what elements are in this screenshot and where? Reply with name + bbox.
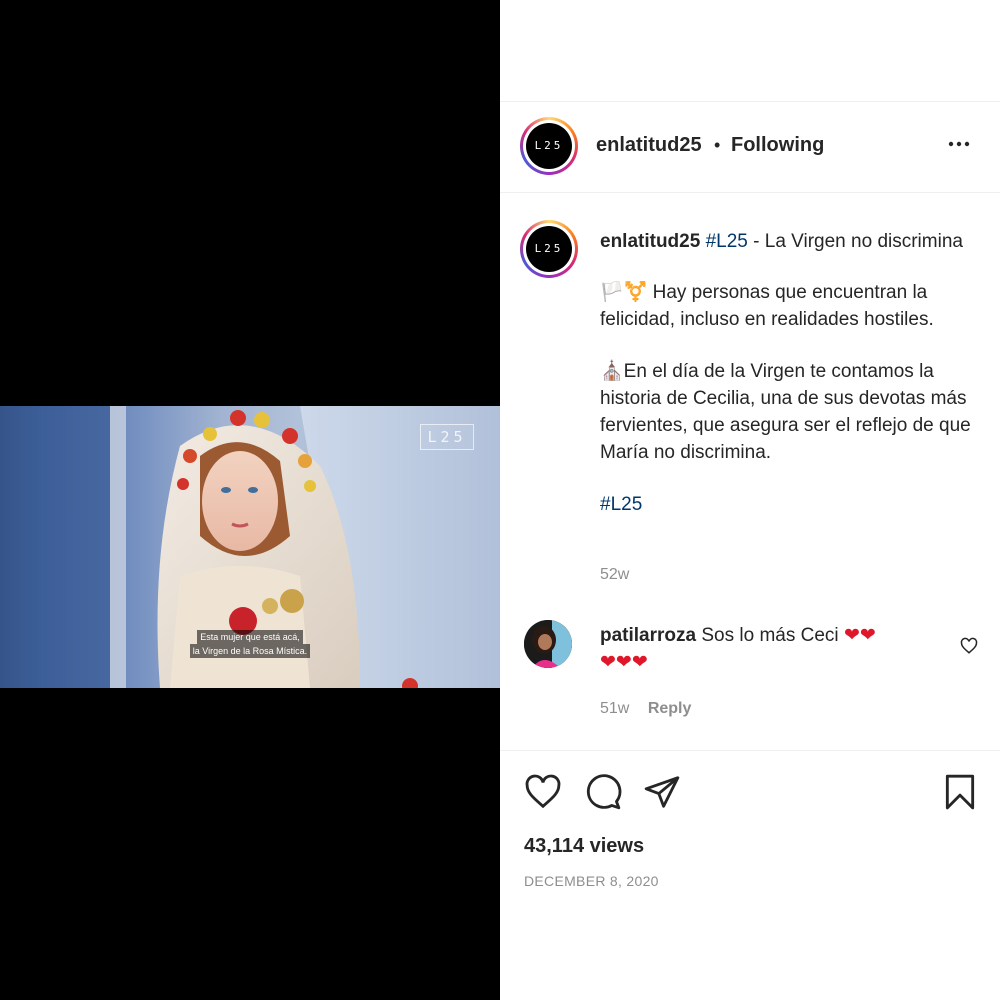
more-horizontal-icon[interactable] — [947, 132, 971, 156]
post-actions: 43,114 views DECEMBER 8, 2020 — [500, 750, 1000, 901]
post-panel: L25 enlatitud25 • Following L25 enlatitu… — [500, 0, 1000, 1000]
pride-flag-icon: 🏳️⚧️ — [600, 281, 648, 303]
comment-icon[interactable] — [584, 773, 622, 811]
comment-timestamp[interactable]: 51w — [600, 700, 629, 717]
following-button[interactable]: Following — [731, 134, 824, 157]
caption-text: enlatitud25 #L25 - La Virgen no discrimi… — [600, 228, 980, 543]
subtitle-line-1: Esta mujer que está acá, — [197, 630, 303, 644]
view-count[interactable]: 43,114 views — [524, 835, 644, 858]
author-avatar[interactable]: L25 — [520, 117, 578, 175]
post-date[interactable]: DECEMBER 8, 2020 — [524, 873, 659, 889]
caption-hashtag-2[interactable]: #L25 — [600, 494, 642, 515]
caption-timestamp[interactable]: 52w — [600, 566, 629, 584]
video-watermark: L25 — [420, 424, 474, 450]
commenter-photo — [524, 620, 572, 668]
caption-username[interactable]: enlatitud25 — [600, 231, 700, 252]
caption-avatar[interactable]: L25 — [520, 220, 578, 278]
avatar-logo: L25 — [526, 123, 572, 169]
comment-text: patilarroza Sos lo más Ceci ❤❤ ❤❤❤ — [600, 622, 930, 676]
send-icon[interactable] — [643, 773, 681, 811]
author-username[interactable]: enlatitud25 — [596, 134, 702, 157]
caption-title: - La Virgen no discrimina — [747, 231, 963, 252]
caption-paragraph-1: Hay personas que encuentran la felicidad… — [600, 282, 934, 330]
subtitle-line-2: la Virgen de la Rosa Mística. — [189, 644, 311, 658]
reply-button[interactable]: Reply — [648, 700, 692, 717]
comment-like-heart-icon[interactable] — [960, 637, 978, 655]
commenter-username[interactable]: patilarroza — [600, 625, 696, 646]
avatar-logo: L25 — [526, 226, 572, 272]
header-separator: • — [714, 135, 721, 155]
heart-icon[interactable] — [524, 773, 562, 811]
commenter-avatar[interactable] — [524, 620, 572, 668]
comment-body: Sos lo más Ceci — [701, 625, 839, 646]
church-icon: ⛪ — [600, 360, 624, 382]
heart-emoji: ❤❤❤ — [600, 651, 648, 673]
video-pane[interactable]: L25 Esta mujer que está acá, la Virgen d… — [0, 0, 500, 1000]
caption-paragraph-2: En el día de la Virgen te contamos la hi… — [600, 361, 971, 463]
comment-meta: 51w Reply — [600, 700, 691, 718]
bookmark-icon[interactable] — [941, 773, 979, 811]
caption-hashtag[interactable]: #L25 — [706, 231, 748, 252]
video-subtitle: Esta mujer que está acá, la Virgen de la… — [0, 630, 500, 658]
post-header: L25 enlatitud25 • Following — [500, 101, 1000, 193]
heart-emoji: ❤❤ — [843, 624, 876, 646]
